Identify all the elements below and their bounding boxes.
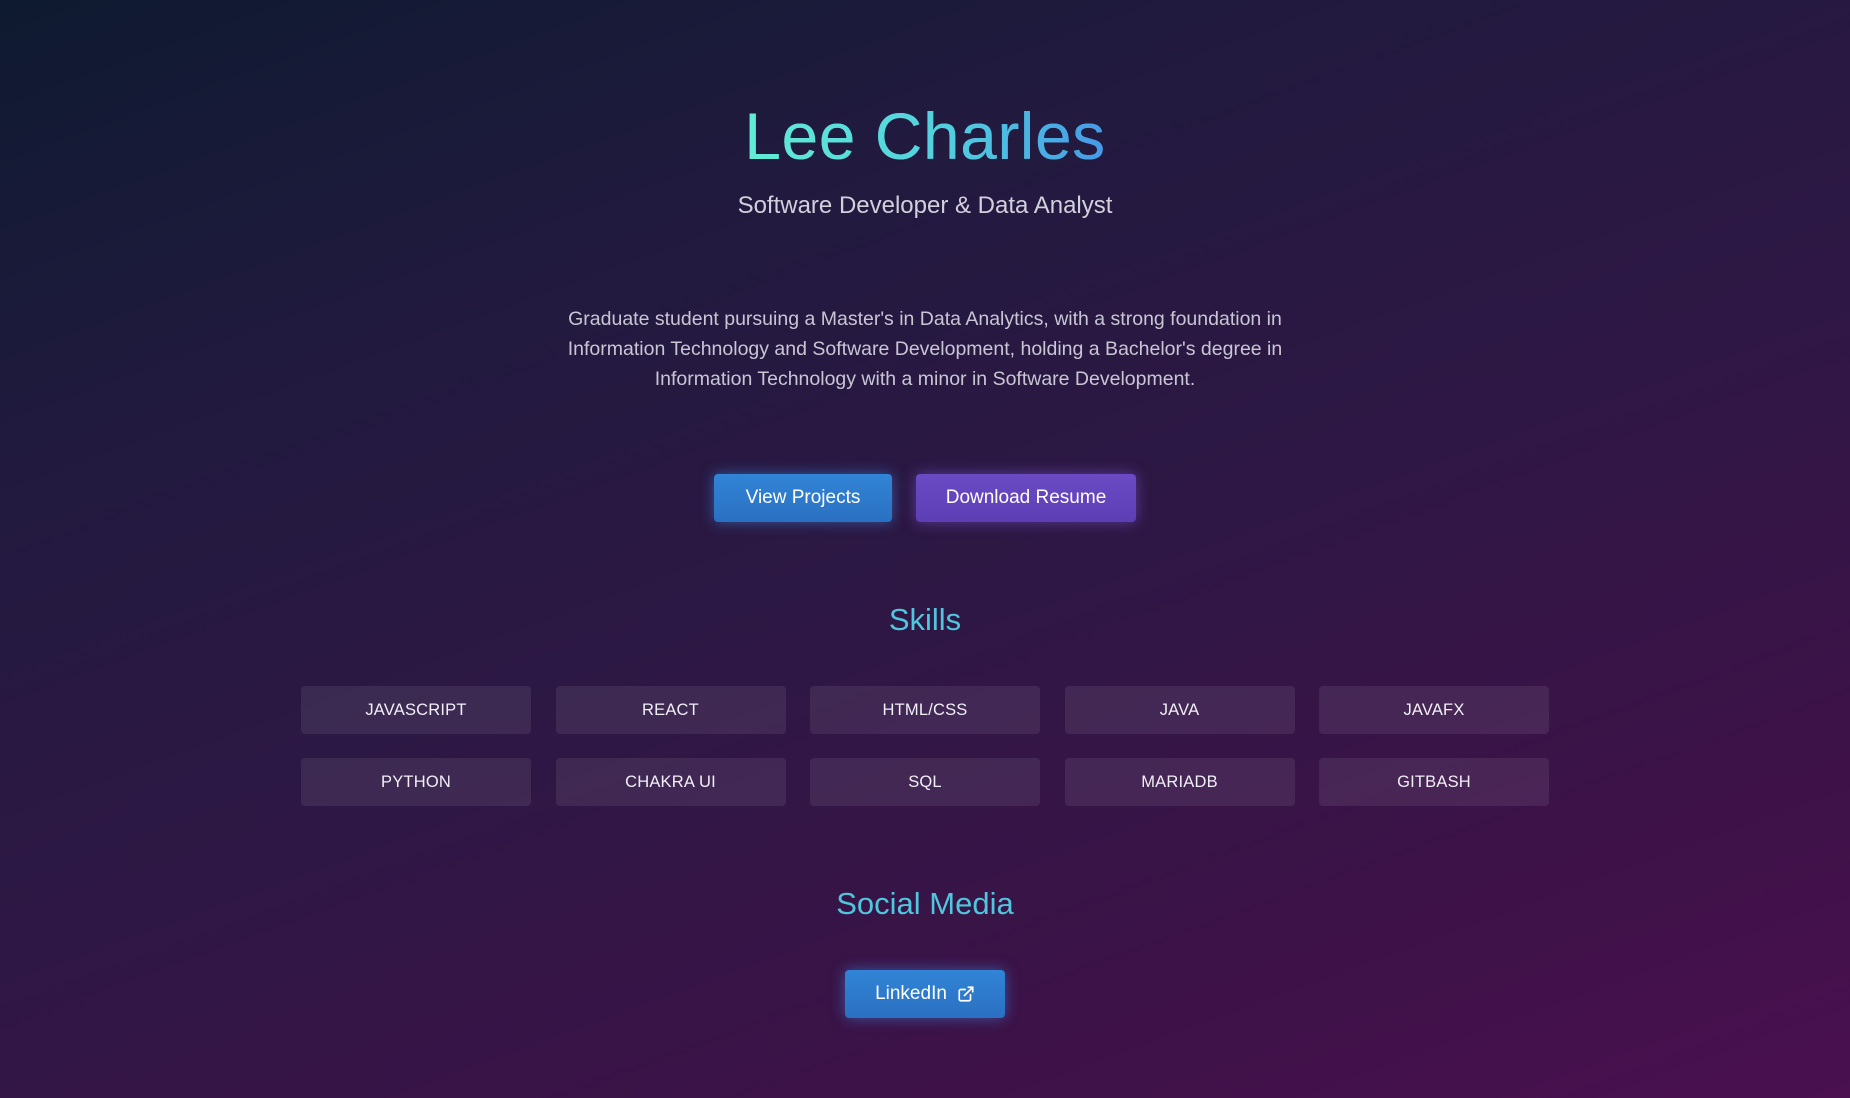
social-media-heading: Social Media: [836, 886, 1014, 921]
skill-chip: REACT: [555, 686, 786, 734]
social-links: LinkedIn: [0, 970, 1850, 1018]
external-link-icon: [958, 986, 974, 1002]
view-projects-button[interactable]: View Projects: [714, 474, 892, 522]
skill-chip: JAVASCRIPT: [301, 686, 531, 734]
skill-chip: JAVAFX: [1319, 686, 1549, 734]
skill-chip: CHAKRA UI: [555, 758, 786, 806]
hero-subtitle: Software Developer & Data Analyst: [737, 192, 1113, 219]
download-resume-button[interactable]: Download Resume: [916, 474, 1136, 522]
hero-name-text: Lee Charles: [744, 99, 1106, 173]
cta-buttons: View Projects Download Resume: [0, 474, 1850, 522]
skill-chip: SQL: [810, 758, 1040, 806]
linkedin-button[interactable]: LinkedIn: [845, 970, 1005, 1018]
hero-name: Lee Charles: [0, 94, 1850, 178]
skill-chip: PYTHON: [301, 758, 531, 806]
skill-chip: JAVA: [1064, 686, 1295, 734]
hero-bio: Graduate student pursuing a Master's in …: [567, 308, 1283, 390]
skills-grid: JAVASCRIPT REACT HTML/CSS JAVA JAVAFX PY…: [301, 686, 1549, 806]
skill-chip: GITBASH: [1319, 758, 1549, 806]
skill-chip: MARIADB: [1064, 758, 1295, 806]
skill-chip: HTML/CSS: [810, 686, 1040, 734]
linkedin-label: LinkedIn: [875, 983, 947, 1004]
portfolio-page: Lee Charles Software Developer & Data An…: [0, 0, 1850, 1098]
skills-heading: Skills: [888, 602, 962, 637]
